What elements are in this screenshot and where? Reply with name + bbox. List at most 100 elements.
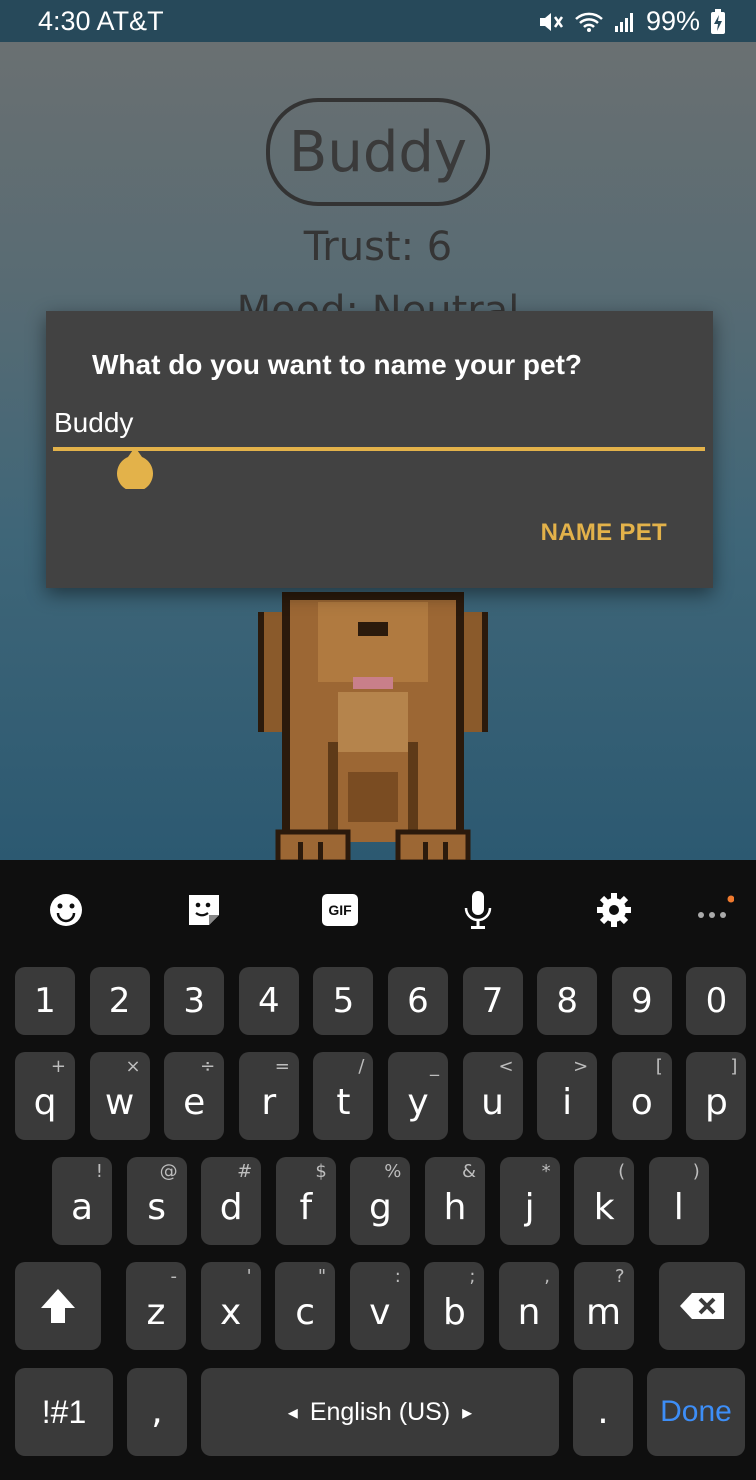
key-1-label: 1 (34, 981, 56, 1021)
comma-key[interactable]: , (127, 1368, 187, 1456)
key-9-label: 9 (630, 981, 653, 1021)
name-pet-dialog: What do you want to name your pet? Buddy… (46, 311, 713, 588)
key-f[interactable]: f $ (275, 1157, 336, 1245)
key-6[interactable]: 6 (388, 967, 448, 1035)
key-q[interactable]: q + (15, 1052, 75, 1140)
period-key-label: . (597, 1391, 609, 1432)
shift-icon (41, 1289, 75, 1323)
key-t-label: t (336, 1082, 351, 1123)
sticker-icon[interactable] (184, 890, 224, 930)
key-n[interactable]: n, (499, 1262, 559, 1350)
key-f-label: f (299, 1187, 313, 1228)
key-m-label: m (586, 1292, 622, 1333)
pet-dog-sprite[interactable] (258, 572, 488, 860)
key-h[interactable]: h & (425, 1157, 485, 1245)
key-0[interactable]: 0 (686, 967, 747, 1035)
key-a-alt-label: ! (95, 1161, 103, 1182)
battery-charging-icon (710, 8, 726, 35)
key-5-label: 5 (332, 981, 355, 1021)
key-f-alt-label: $ (315, 1161, 327, 1182)
done-key[interactable]: Done (647, 1368, 745, 1456)
key-u[interactable]: u < (462, 1052, 523, 1140)
key-a[interactable]: a! (52, 1157, 112, 1245)
key-j[interactable]: j * (499, 1157, 560, 1245)
space-key[interactable]: ◂ English (US) ▸ (201, 1368, 559, 1456)
gif-label: GIF (322, 894, 358, 926)
symbols-key[interactable]: !#1 (15, 1368, 113, 1456)
gif-icon[interactable]: GIF (320, 890, 360, 930)
key-z[interactable]: z- (126, 1262, 186, 1350)
key-5[interactable]: 5 (313, 967, 374, 1035)
key-e[interactable]: e ÷ (164, 1052, 225, 1140)
key-q-alt-label: + (50, 1056, 66, 1077)
emoji-icon[interactable] (46, 890, 86, 930)
backspace-key[interactable] (659, 1262, 745, 1350)
key-v[interactable]: v: (349, 1262, 410, 1350)
key-n-alt-label: , (544, 1266, 550, 1287)
dialog-title: What do you want to name your pet? (92, 349, 582, 380)
key-z-label: z (146, 1292, 166, 1333)
key-v-label: v (369, 1292, 391, 1333)
key-t[interactable]: t / (313, 1052, 374, 1140)
key-o[interactable]: o[ (611, 1052, 672, 1140)
microphone-icon[interactable] (458, 890, 498, 930)
key-1[interactable]: 1 (15, 967, 75, 1035)
key-b[interactable]: b; (424, 1262, 485, 1350)
more-icon[interactable] (694, 890, 734, 930)
shift-key[interactable] (15, 1262, 101, 1350)
key-w[interactable]: w × (89, 1052, 150, 1140)
key-w-alt-label: × (125, 1056, 141, 1077)
key-p-alt-label: ] (730, 1056, 738, 1077)
key-3[interactable]: 3 (164, 967, 225, 1035)
key-g-alt-label: % (384, 1161, 402, 1182)
key-o-label: o (630, 1082, 653, 1123)
gear-icon[interactable] (594, 890, 634, 930)
text-cursor-handle[interactable] (116, 447, 154, 494)
key-d[interactable]: d # (201, 1157, 262, 1245)
key-b-label: b (442, 1292, 466, 1333)
space-key-label: English (US) (309, 1397, 451, 1426)
key-d-label: d (219, 1187, 243, 1228)
time-carrier: 4:30 AT&T (38, 6, 164, 36)
key-p-label: p (704, 1082, 728, 1123)
key-p[interactable]: p] (686, 1052, 747, 1140)
key-e-label: e (183, 1082, 206, 1123)
status-bar: 4:30 AT&T 99% (0, 0, 756, 42)
key-r[interactable]: r = (238, 1052, 299, 1140)
language-right-arrow-icon: ▸ (462, 1400, 473, 1424)
key-g-label: g (368, 1187, 392, 1228)
key-l[interactable]: l) (648, 1157, 709, 1245)
key-r-label: r (261, 1082, 277, 1123)
pet-name-badge[interactable]: Buddy (266, 98, 490, 206)
key-2-label: 2 (108, 981, 131, 1021)
key-8[interactable]: 8 (537, 967, 598, 1035)
pet-name-input[interactable]: Buddy (54, 407, 704, 441)
key-g[interactable]: g% (350, 1157, 411, 1245)
key-n-label: n (517, 1292, 541, 1333)
key-h-alt-label: & (461, 1161, 476, 1182)
key-y-label: y (407, 1082, 429, 1123)
key-x[interactable]: x ' (200, 1262, 261, 1350)
key-j-alt-label: * (541, 1161, 551, 1182)
key-m[interactable]: m? (573, 1262, 634, 1350)
key-2[interactable]: 2 (89, 967, 150, 1035)
key-c-label: c (295, 1292, 316, 1333)
key-c[interactable]: c " (275, 1262, 336, 1350)
key-y-alt-label: _ (430, 1056, 439, 1077)
key-k[interactable]: k( (574, 1157, 635, 1245)
backspace-icon (680, 1293, 724, 1319)
name-pet-button[interactable]: NAME PET (541, 519, 667, 547)
period-key[interactable]: . (573, 1368, 633, 1456)
key-s[interactable]: s @ (126, 1157, 187, 1245)
key-y[interactable]: y _ (388, 1052, 448, 1140)
key-i[interactable]: i > (537, 1052, 598, 1140)
key-h-label: h (443, 1187, 467, 1228)
key-7[interactable]: 7 (462, 967, 523, 1035)
key-u-label: u (481, 1082, 504, 1123)
key-e-alt-label: ÷ (200, 1056, 216, 1077)
key-3-label: 3 (183, 981, 205, 1021)
key-l-alt-label: ) (692, 1161, 700, 1182)
key-4[interactable]: 4 (238, 967, 299, 1035)
done-key-label: Done (660, 1395, 732, 1428)
key-9[interactable]: 9 (611, 967, 672, 1035)
